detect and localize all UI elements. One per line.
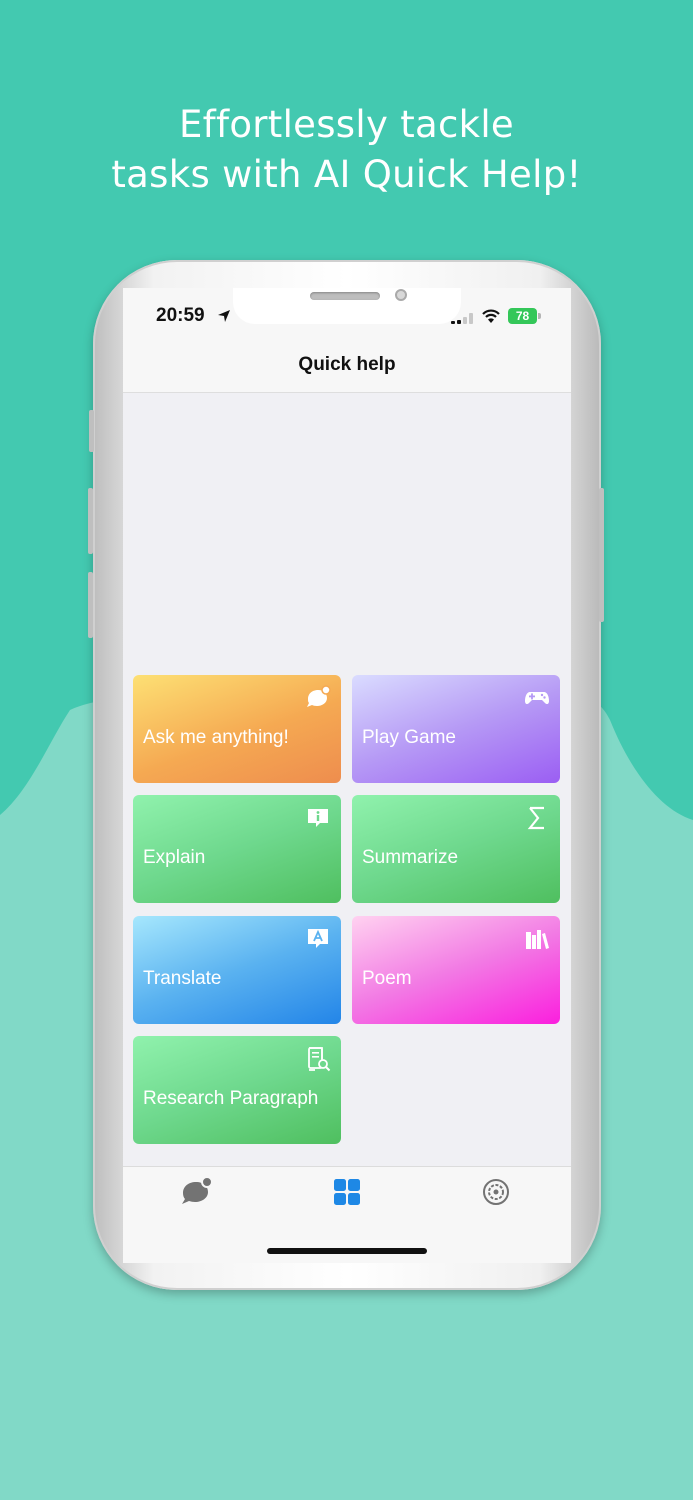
card-play-game[interactable]: Play Game — [352, 675, 560, 783]
home-indicator[interactable] — [267, 1248, 427, 1254]
chat-bubble-icon — [307, 685, 331, 707]
card-label: Summarize — [362, 847, 459, 868]
gamepad-icon — [525, 692, 549, 705]
battery-level: 78 — [508, 308, 537, 324]
card-label: Translate — [143, 968, 222, 989]
status-time: 20:59 — [156, 305, 205, 326]
wifi-icon — [482, 309, 500, 323]
phone-volume-down-button — [88, 572, 93, 638]
phone-side-button — [89, 410, 94, 452]
info-bubble-icon — [308, 809, 328, 827]
headline-line-1: Effortlessly tackle — [178, 103, 514, 146]
document-search-icon — [308, 1047, 331, 1072]
headline: Effortlessly tackle tasks with AI Quick … — [0, 100, 693, 200]
location-arrow-icon — [218, 310, 230, 322]
battery-icon: 78 — [508, 308, 542, 324]
phone-volume-up-button — [88, 488, 93, 554]
translate-bubble-icon — [308, 929, 328, 948]
card-research-paragraph[interactable]: Research Paragraph — [133, 1036, 341, 1144]
phone-speaker — [310, 292, 380, 300]
card-explain[interactable]: Explain — [133, 795, 341, 903]
card-label: Explain — [143, 847, 206, 868]
navigation-bar: Quick help — [123, 346, 571, 393]
page-title: Quick help — [298, 354, 396, 375]
card-label: Poem — [362, 968, 412, 989]
card-poem[interactable]: Poem — [352, 916, 560, 1024]
card-summarize[interactable]: Summarize — [352, 795, 560, 903]
card-label: Research Paragraph — [143, 1088, 319, 1109]
chat-tab-icon[interactable] — [180, 1175, 214, 1209]
books-icon — [526, 930, 549, 949]
headline-line-2: tasks with AI Quick Help! — [111, 153, 582, 196]
grid-tab-icon[interactable] — [330, 1175, 364, 1209]
card-ask-me-anything[interactable]: Ask me anything! — [133, 675, 341, 783]
card-translate[interactable]: Translate — [133, 916, 341, 1024]
phone-camera — [395, 289, 407, 301]
phone-power-button — [599, 488, 604, 622]
battery-cap — [538, 313, 541, 319]
card-label: Play Game — [362, 727, 456, 748]
sigma-icon — [527, 806, 544, 830]
settings-tab-icon[interactable] — [479, 1175, 513, 1209]
card-label: Ask me anything! — [143, 727, 289, 748]
